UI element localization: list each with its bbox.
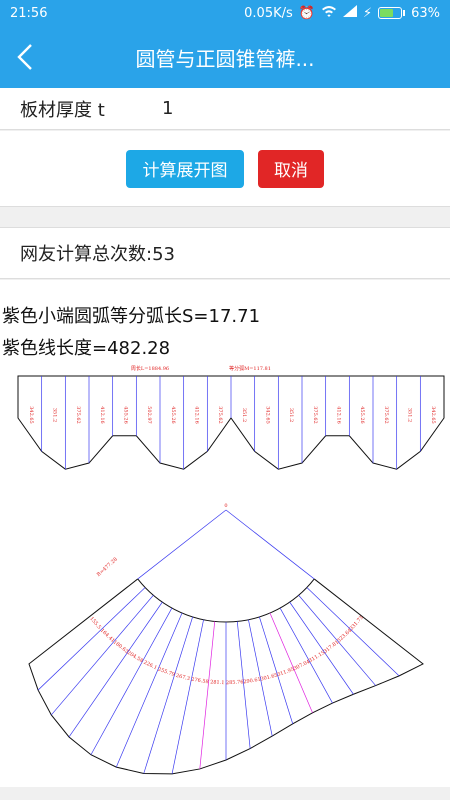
arc-length-text: 紫色小端圆弧等分弧长S=17.71: [2, 306, 261, 327]
battery-icon: [378, 7, 406, 19]
apex-label: 0: [224, 503, 227, 509]
status-bar: 21:56 0.05K/s ⏰ ⚡ 63%: [0, 0, 450, 26]
fan-dim-label: 281.1: [210, 679, 225, 686]
page-title: 圆管与正圆锥管裤...: [135, 46, 315, 71]
strip-dim-label: 375.62: [217, 406, 223, 424]
network-speed: 0.05K/s: [244, 5, 293, 21]
thickness-value[interactable]: 1: [162, 98, 173, 119]
fan-dim-label: 290.61: [243, 677, 261, 686]
thickness-row: 板材厚度 t 1: [0, 88, 450, 130]
fan-line: [171, 619, 204, 774]
strip-dim-label: 375.62: [383, 406, 389, 424]
radius-label: R=477.28: [96, 557, 119, 578]
thickness-label: 板材厚度 t: [20, 99, 105, 121]
fan-dim-label: 267.3: [175, 673, 190, 682]
signal-icon: [342, 5, 357, 21]
strip-dim-label: 351.2: [407, 408, 413, 422]
strip-dim-label: 455.26: [123, 406, 129, 424]
fan-inner-arc: [137, 578, 315, 623]
fan-dim-label: 255.79: [157, 666, 175, 678]
strip-dim-label: 375.62: [75, 406, 81, 424]
divider: [0, 207, 450, 227]
apex-line-left: [137, 509, 227, 580]
battery-percent: 63%: [411, 5, 440, 21]
fan-dim-label: 276.58: [191, 677, 209, 686]
fan-dim-label: 311.95: [277, 666, 295, 678]
apex-line-right: [225, 509, 315, 580]
strip-dim-label: 342.65: [28, 406, 34, 424]
fan-dim-label: 155.5: [88, 616, 102, 631]
strip-dim-label: 342.65: [430, 406, 436, 424]
strip-dim-label: 455.26: [170, 406, 176, 424]
app-bar: 圆管与正圆锥管裤...: [0, 26, 450, 88]
strip-dim-label: 502.97: [146, 406, 152, 424]
status-right: 0.05K/s ⏰ ⚡ 63%: [244, 5, 440, 21]
chevron-left-icon: [17, 44, 32, 70]
strip-dim-label: 351.2: [288, 408, 294, 422]
result-panel: 紫色小端圆弧等分弧长S=17.71 紫色线长度=482.28 342.65 351…: [0, 280, 450, 800]
button-area: 计算展开图 取消: [0, 131, 450, 207]
strip-dim-label: 375.62: [312, 406, 318, 424]
fan-dim-label: 331.73: [349, 615, 365, 632]
strip-dim-label: 351.2: [52, 408, 58, 422]
wifi-icon: [321, 5, 337, 21]
strip-dim-label: 351.2: [241, 408, 247, 422]
fan-line: [199, 621, 216, 769]
bottom-divider: [0, 787, 450, 800]
strip-dim-label: 412.16: [336, 406, 342, 424]
strip-division-label: 等分弧M=117.81: [229, 365, 271, 372]
fan-dim-label: 301.65: [260, 672, 278, 682]
unfold-diagram: 342.65 351.2 375.62 412.16 455.26 502.97 455.2…: [17, 365, 445, 794]
strip-perimeter-label: 周长L=1884.96: [131, 365, 169, 372]
fan-line: [37, 587, 146, 691]
strip-dim-label: 342.65: [265, 406, 271, 424]
purple-line-text: 紫色线长度=482.28: [2, 338, 171, 359]
calc-count: 网友计算总次数:53: [0, 227, 450, 279]
fan-line: [143, 616, 193, 774]
cancel-button[interactable]: 取消: [258, 149, 324, 188]
compute-button[interactable]: 计算展开图: [126, 149, 244, 188]
status-time: 21:56: [10, 5, 48, 21]
fan-dim-label: 285.76: [226, 679, 244, 686]
strip-dim-label: 412.16: [194, 406, 200, 424]
back-button[interactable]: [0, 26, 50, 88]
fan-line: [115, 612, 183, 768]
fan-dim-label: 226.1: [142, 660, 158, 672]
strip-dim-label: 412.16: [99, 406, 105, 424]
charging-icon: ⚡: [362, 5, 373, 21]
alarm-icon: ⏰: [298, 5, 315, 21]
strip-dim-label: 455.26: [359, 406, 365, 424]
fan-dim-label: 204.58: [126, 650, 144, 664]
